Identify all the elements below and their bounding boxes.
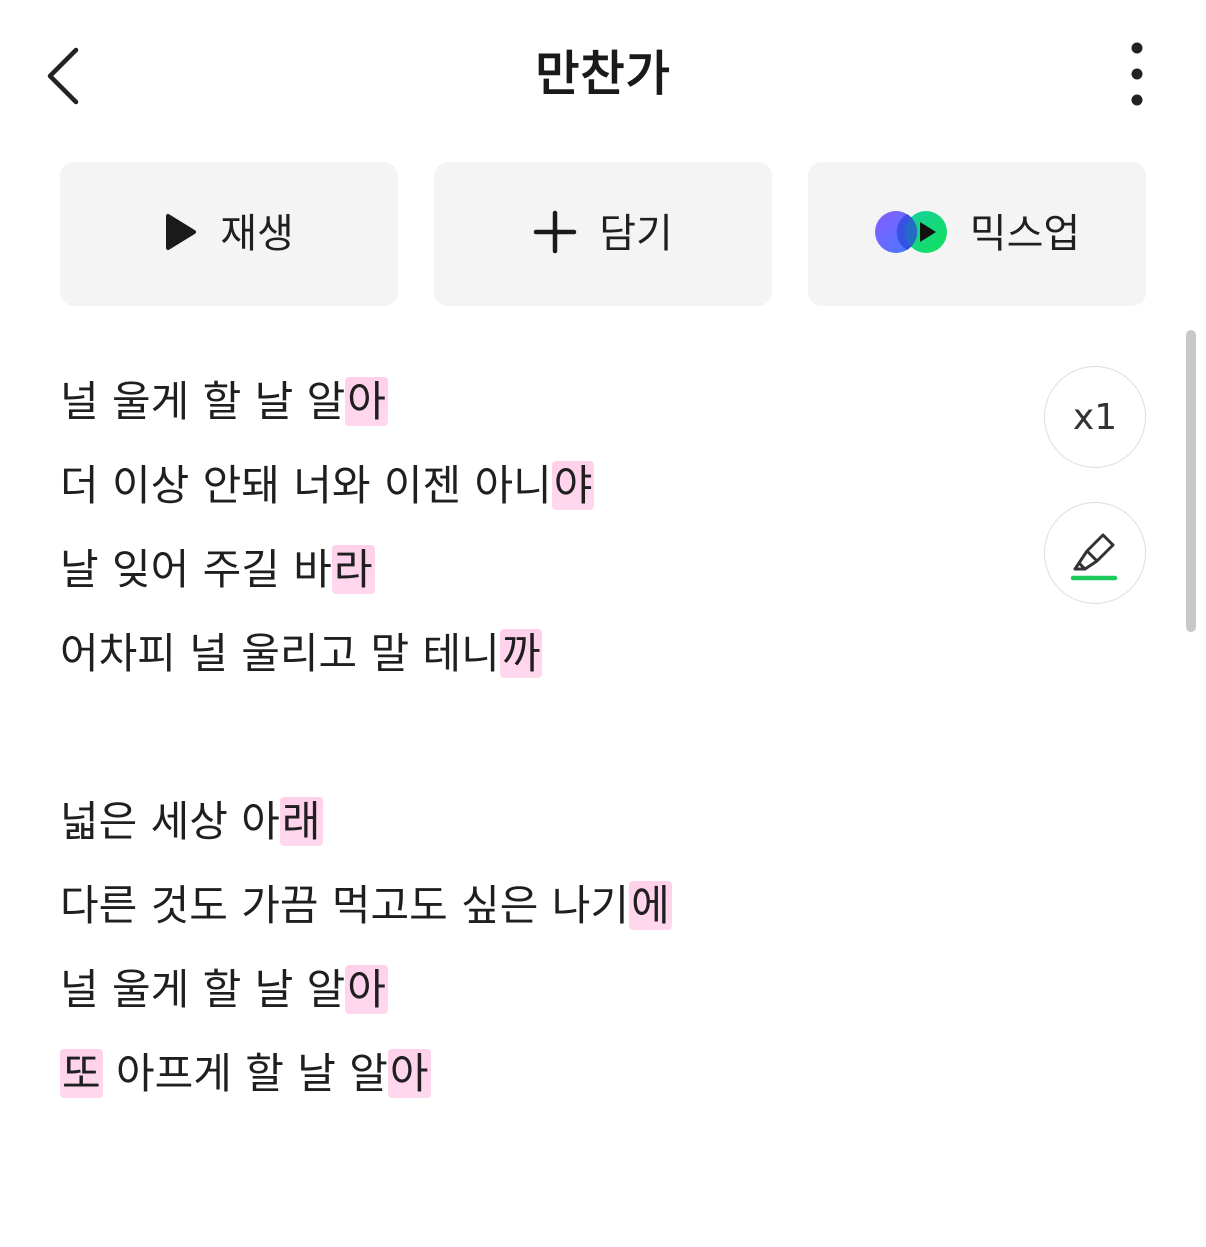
highlighted-syllable: 래 [279, 797, 323, 846]
highlighter-button[interactable] [1044, 502, 1146, 604]
more-vertical-icon [1131, 42, 1143, 106]
highlighted-syllable: 에 [629, 881, 672, 930]
highlighter-icon [1070, 533, 1118, 581]
highlighted-syllable: 야 [551, 461, 595, 510]
highlighted-syllable: 또 [60, 1049, 103, 1098]
speed-label: x1 [1072, 396, 1118, 438]
lyric-line[interactable]: 또 아프게 할 날 알아 [60, 1038, 1020, 1122]
speed-button[interactable]: x1 [1044, 366, 1146, 468]
play-button[interactable]: 재생 [60, 162, 398, 306]
mixup-label: 믹스업 [969, 211, 1081, 257]
highlighted-syllable: 아 [345, 965, 388, 1014]
highlighted-syllable: 라 [331, 545, 375, 594]
more-button[interactable] [1112, 40, 1162, 112]
lyric-line[interactable]: 넓은 세상 아래 [60, 786, 1020, 870]
play-label: 재생 [220, 211, 294, 257]
verse-gap [60, 702, 1020, 786]
page-title: 만찬가 [535, 46, 671, 102]
action-buttons: 재생 담기 믹스업 [60, 162, 1146, 306]
play-icon [164, 212, 198, 256]
lyric-line[interactable]: 다른 것도 가끔 먹고도 싶은 나기에 [60, 870, 1020, 954]
highlighted-syllable: 아 [387, 1049, 431, 1098]
lyric-line[interactable]: 날 잊어 주길 바라 [60, 534, 1020, 618]
lyrics-panel: 널 울게 할 날 알아 더 이상 안돼 너와 이젠 아니야 날 잊어 주길 바라… [60, 366, 1020, 1122]
mixup-logo-icon [874, 210, 948, 258]
lyric-line[interactable]: 더 이상 안돼 너와 이젠 아니야 [60, 450, 1020, 534]
add-to-playlist-button[interactable]: 담기 [434, 162, 772, 306]
highlighted-syllable: 아 [345, 377, 388, 426]
scrollbar[interactable] [1186, 330, 1196, 632]
plus-icon [533, 210, 577, 258]
highlighted-syllable: 까 [499, 629, 543, 678]
lyric-line[interactable]: 널 울게 할 날 알아 [60, 366, 1020, 450]
lyric-line[interactable]: 어차피 널 울리고 말 테니까 [60, 618, 1020, 702]
mixup-button[interactable]: 믹스업 [808, 162, 1146, 306]
lyric-line[interactable]: 널 울게 할 날 알아 [60, 954, 1020, 1038]
top-bar: 만찬가 [0, 0, 1206, 150]
add-label: 담기 [599, 211, 673, 257]
